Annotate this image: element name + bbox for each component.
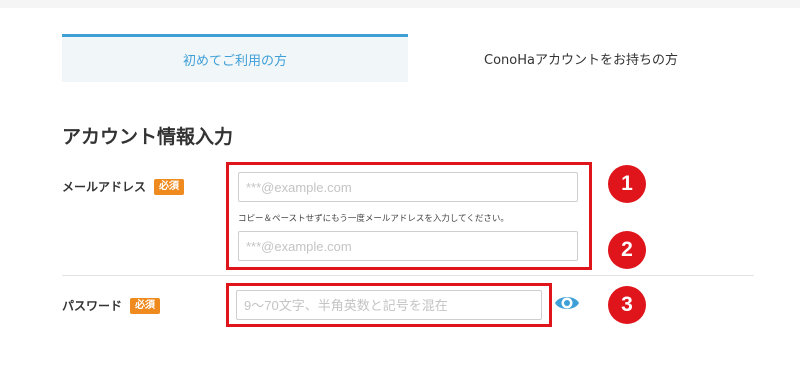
email-confirm-field[interactable]: [238, 231, 578, 261]
password-field[interactable]: [236, 290, 542, 320]
password-label: パスワード: [62, 299, 123, 313]
email-confirm-hint: コピー＆ペーストせずにもう一度メールアドレスを入力してください。: [238, 214, 509, 224]
tab-existing-user-label: ConoHaアカウントをお持ちの方: [484, 52, 678, 68]
section-title: アカウント情報入力: [62, 126, 234, 148]
account-tabs: 初めてご利用の方 ConoHaアカウントをお持ちの方: [62, 34, 754, 82]
top-band: [0, 0, 800, 8]
tab-new-user-label: 初めてご利用の方: [182, 54, 287, 69]
password-required-badge: 必須: [130, 297, 161, 314]
tab-existing-user[interactable]: ConoHaアカウントをお持ちの方: [408, 34, 754, 82]
annotation-marker-1: 1: [608, 165, 646, 203]
eye-icon[interactable]: [554, 290, 580, 316]
email-field[interactable]: [238, 172, 578, 202]
section-divider: [62, 275, 754, 276]
password-label-row: パスワード 必須: [62, 297, 161, 314]
annotation-marker-3: 3: [608, 286, 646, 324]
email-required-badge: 必須: [154, 178, 185, 195]
email-label: メールアドレス: [62, 180, 147, 194]
annotation-marker-2: 2: [608, 231, 646, 269]
tab-new-user[interactable]: 初めてご利用の方: [62, 34, 408, 82]
email-label-row: メールアドレス 必須: [62, 178, 185, 195]
